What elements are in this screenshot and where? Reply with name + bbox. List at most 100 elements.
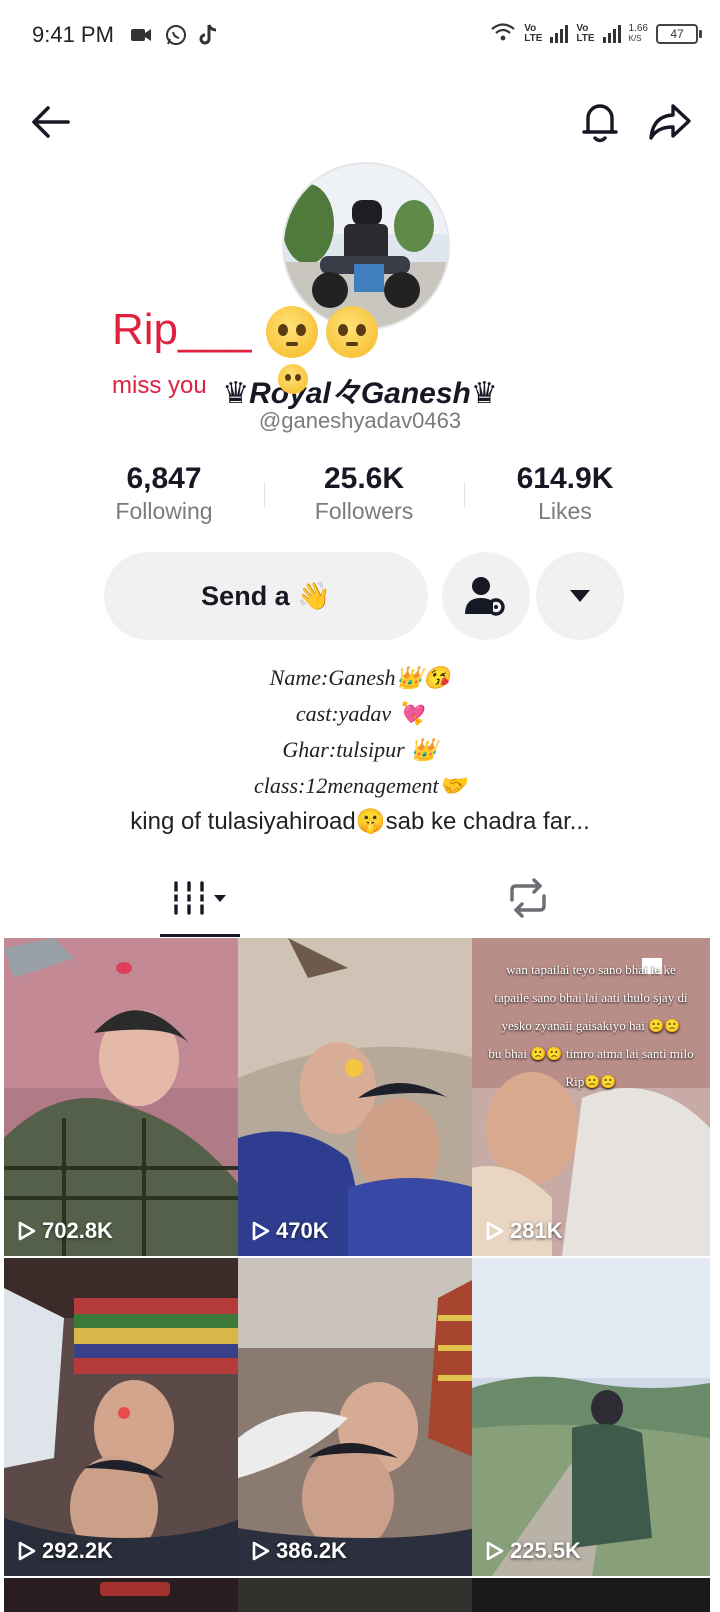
tab-active-indicator	[160, 934, 240, 937]
share-icon	[649, 104, 691, 140]
avatar-photo	[284, 164, 448, 328]
back-button[interactable]	[22, 94, 78, 150]
signal-icon	[602, 24, 621, 43]
rip-sticker-text: Rip___	[112, 305, 252, 354]
lte-top-1: Vo	[524, 22, 537, 34]
view-count: 386.2K	[252, 1538, 347, 1564]
following-count: 6,847	[126, 462, 202, 495]
bio: Name:Ganesh👑😘 cast:yadav 💘 Ghar:tulsipur…	[0, 660, 720, 840]
view-count-value: 386.2K	[276, 1538, 347, 1563]
video-thumbnail[interactable]: 470K	[238, 938, 476, 1256]
bell-icon	[582, 104, 618, 143]
lte-top-2: Vo	[576, 22, 589, 34]
lte-indicator-1: Vo LTE	[524, 22, 543, 44]
play-icon	[18, 1221, 36, 1241]
view-count-value: 292.2K	[42, 1538, 113, 1563]
video-thumbnail[interactable]: wan tapailai teyo sano bhai le ke tapail…	[472, 938, 710, 1256]
notifications-button[interactable]	[572, 94, 628, 150]
rip-sticker: Rip___	[112, 305, 251, 355]
wifi-icon	[490, 22, 516, 45]
stat-divider	[464, 482, 465, 508]
tab-videos[interactable]	[150, 868, 250, 928]
bio-line: cast:yadav 💘	[295, 701, 425, 726]
bio-line: Name:Ganesh👑😘	[269, 665, 451, 690]
lte-bottom-1: LTE	[524, 32, 543, 44]
tiktok-icon	[198, 22, 220, 48]
display-name: ♛Royal々Ganesh♛	[222, 377, 498, 410]
pleading-face-icon	[326, 306, 378, 363]
view-count-value: 470K	[276, 1218, 329, 1243]
video-thumbnail[interactable]: 386.2K	[238, 1258, 476, 1576]
play-icon	[18, 1541, 36, 1561]
stat-divider	[264, 482, 265, 508]
view-count: 702.8K	[18, 1218, 113, 1244]
video-thumbnail[interactable]	[472, 1578, 710, 1612]
following-stat[interactable]: 6,847 Following	[74, 462, 254, 525]
status-right-group: Vo LTE Vo LTE 1.66 K/S 47	[490, 22, 702, 45]
bio-line[interactable]: king of tulasiyahiroad🤫sab ke chadra far…	[0, 804, 720, 840]
overlay-line: Rip🙁🙁	[565, 1074, 617, 1089]
overlay-line: tapaile sano bhai lai aati thulo sjay di	[494, 990, 688, 1005]
network-speed: 1.66 K/S	[628, 22, 648, 44]
share-button[interactable]	[642, 94, 698, 150]
lte-indicator-2: Vo LTE	[576, 22, 595, 44]
battery-icon: 47	[656, 23, 702, 44]
play-icon	[486, 1541, 504, 1561]
tab-reposts[interactable]	[478, 868, 578, 928]
view-count: 281K	[486, 1218, 563, 1244]
video-thumbnail[interactable]: 292.2K	[4, 1258, 242, 1576]
video-thumbnail[interactable]: 702.8K	[4, 938, 242, 1256]
followers-count: 25.6K	[323, 462, 405, 495]
followers-stat[interactable]: 25.6K Followers	[274, 462, 454, 525]
pleading-face-icon	[266, 306, 318, 363]
likes-stat[interactable]: 614.9K Likes	[475, 462, 655, 525]
view-count: 292.2K	[18, 1538, 113, 1564]
status-bar: 9:41 PM Vo LTE Vo LTE 1.66 K/S 47	[0, 0, 720, 72]
video-thumbnail-image	[238, 1258, 476, 1576]
avatar[interactable]	[282, 162, 450, 330]
following-label: Following	[115, 498, 213, 524]
overlay-line: bu bhai 🙁🙁 timro atma lai santi milo	[488, 1046, 694, 1061]
send-message-button[interactable]: Send a 👋	[104, 552, 428, 640]
friend-settings-button[interactable]	[442, 552, 530, 640]
whatsapp-icon	[164, 22, 188, 48]
view-count-value: 225.5K	[510, 1538, 581, 1563]
play-icon	[486, 1221, 504, 1241]
view-count: 225.5K	[486, 1538, 581, 1564]
overlay-line: wan tapailai teyo sano bhai le ke	[506, 962, 676, 977]
video-camera-icon	[130, 22, 152, 48]
video-thumbnail[interactable]	[4, 1578, 242, 1612]
video-overlay-text: wan tapailai teyo sano bhai le ke tapail…	[472, 956, 710, 1096]
video-thumbnail-image	[238, 938, 476, 1256]
overlay-line: yesko zyanaii gaisakiyo hai 🙁🙁	[501, 1018, 681, 1033]
more-dropdown-button[interactable]	[536, 552, 624, 640]
likes-count: 614.9K	[516, 462, 614, 495]
user-settings-icon	[465, 577, 505, 616]
pleading-face-icon	[278, 364, 308, 399]
play-icon	[252, 1541, 270, 1561]
followers-label: Followers	[314, 498, 414, 524]
view-count: 470K	[252, 1218, 329, 1244]
grid-videos-icon	[172, 881, 226, 915]
caret-down-icon	[570, 590, 590, 602]
view-count-value: 281K	[510, 1218, 563, 1243]
username-handle: @ganeshyadav0463	[258, 408, 462, 433]
play-icon	[252, 1221, 270, 1241]
send-message-label: Send a 👋	[201, 581, 331, 611]
video-thumbnail-image	[4, 938, 242, 1256]
bio-line: Ghar:tulsipur 👑	[282, 737, 438, 762]
video-thumbnail-image	[100, 1582, 170, 1596]
view-count-value: 702.8K	[42, 1218, 113, 1243]
video-thumbnail[interactable]	[238, 1578, 476, 1612]
arrow-left-icon	[32, 106, 70, 138]
repost-icon	[510, 878, 546, 918]
bio-line: class:12menagement🤝	[254, 773, 466, 798]
net-speed-value: 1.66	[628, 22, 648, 34]
lte-bottom-2: LTE	[576, 32, 595, 44]
signal-icon	[550, 24, 569, 43]
video-thumbnail[interactable]: 225.5K	[472, 1258, 710, 1576]
status-time: 9:41 PM	[32, 22, 114, 47]
video-thumbnail-image	[4, 1258, 242, 1576]
net-speed-unit: K/S	[628, 33, 642, 43]
likes-label: Likes	[538, 498, 592, 524]
